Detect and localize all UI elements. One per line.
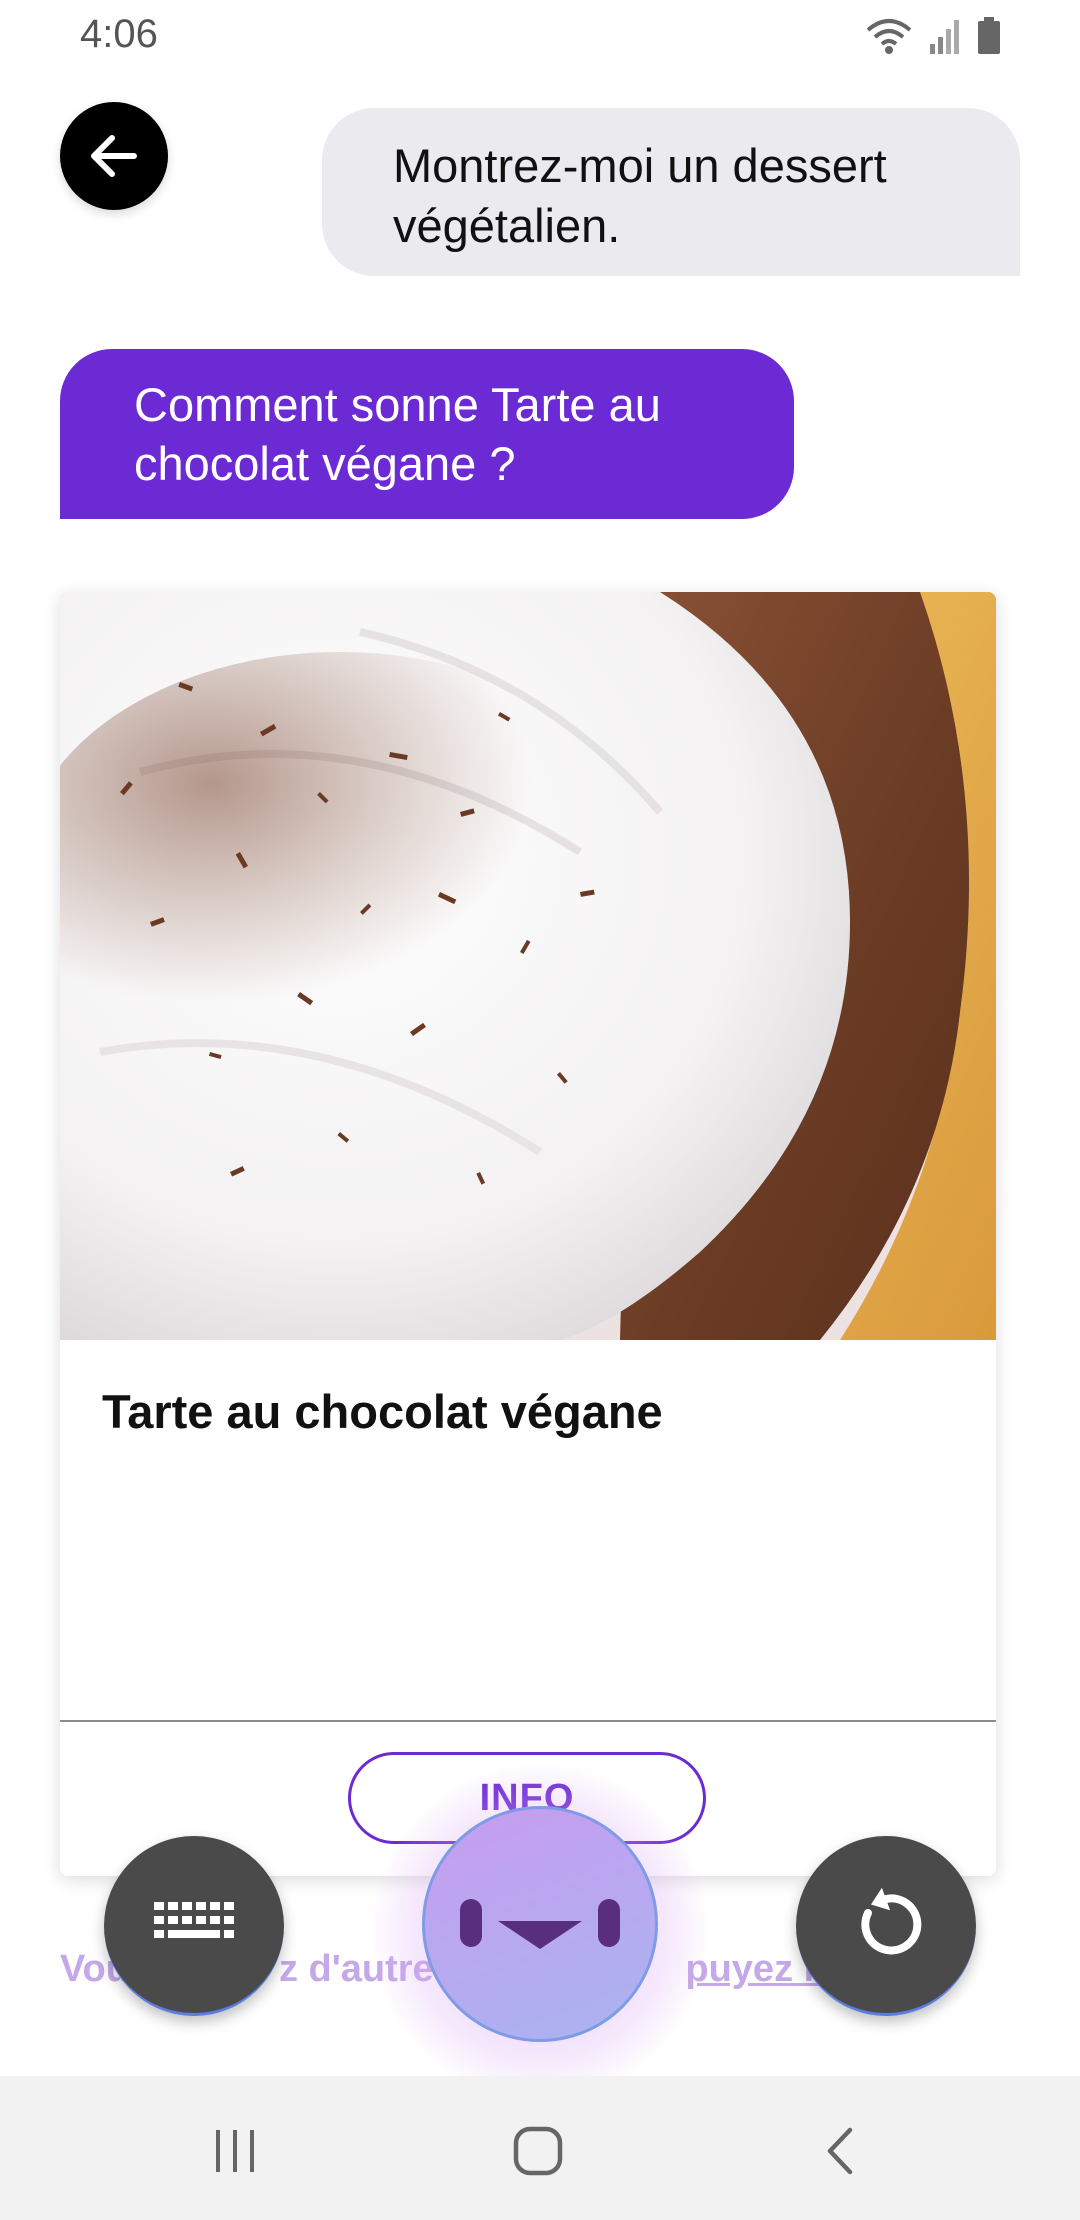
home-button[interactable] (493, 2116, 583, 2186)
status-bar: 4:06 (0, 0, 1080, 72)
recent-apps-button[interactable] (190, 2116, 280, 2186)
status-icons (864, 14, 1002, 58)
assistant-message-bubble: Comment sonne Tarte au chocolat végane ? (60, 349, 794, 519)
recipe-image (60, 592, 996, 1340)
reload-button[interactable] (796, 1836, 976, 2016)
keyboard-button[interactable] (104, 1836, 284, 2016)
assistant-face-icon (460, 1899, 620, 1949)
home-icon (513, 2126, 563, 2176)
recipe-card[interactable]: Tarte au chocolat végane INFO (60, 592, 996, 1876)
status-time: 4:06 (80, 12, 158, 56)
battery-icon (978, 17, 1000, 54)
back-button[interactable] (60, 102, 168, 210)
user-message-bubble: Montrez-moi un dessert végétalien. (322, 108, 1020, 276)
reload-icon (861, 1887, 922, 1954)
signal-icon (930, 20, 959, 54)
recipe-title: Tarte au chocolat végane (102, 1385, 663, 1438)
keyboard-icon (154, 1901, 234, 1938)
assistant-button[interactable] (422, 1806, 658, 2042)
arrow-left-icon (91, 135, 137, 177)
recent-apps-icon (216, 2130, 254, 2172)
back-icon (827, 2127, 853, 2175)
navigation-bar (0, 2076, 1080, 2220)
system-back-button[interactable] (795, 2116, 885, 2186)
card-divider (60, 1720, 996, 1722)
wifi-icon (866, 19, 912, 54)
